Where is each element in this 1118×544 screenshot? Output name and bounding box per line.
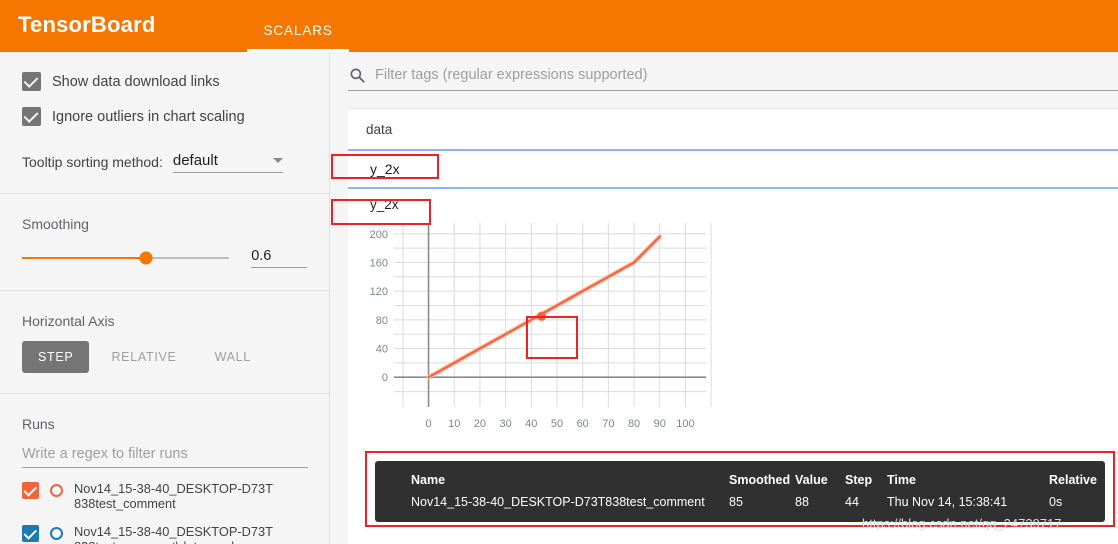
chevron-down-icon: [272, 158, 283, 163]
checkbox-label: Show data download links: [52, 73, 220, 90]
run-label: Nov14_15-38-40_DESKTOP-D73T838test_comme…: [74, 481, 273, 511]
runs-title: Runs: [22, 416, 55, 432]
svg-text:50: 50: [551, 418, 563, 430]
svg-text:0: 0: [425, 418, 431, 430]
tag-filter-placeholder: Filter tags (regular expressions support…: [375, 67, 648, 83]
horizontal-axis-section: Horizontal Axis STEP RELATIVE WALL: [0, 313, 329, 393]
chart-raw-series: [426, 234, 663, 380]
smoothing-slider-knob[interactable]: [139, 251, 153, 265]
chart-title: y_2x: [370, 197, 399, 212]
run-checkbox[interactable]: [22, 525, 39, 542]
horizontal-axis-buttons: STEP RELATIVE WALL: [22, 341, 307, 373]
checkbox-icon: [22, 72, 41, 91]
run-color-circle: [50, 484, 63, 497]
runs-filter-input[interactable]: Write a regex to filter runs: [22, 446, 308, 468]
tag-band[interactable]: y_2x: [348, 149, 1118, 189]
divider: [0, 193, 329, 194]
run-item-1[interactable]: Nov14_15-38-40_DESKTOP-D73T838test_comme…: [22, 524, 307, 544]
divider: [0, 290, 329, 291]
checkbox-ignore-outliers[interactable]: Ignore outliers in chart scaling: [22, 107, 307, 126]
chart-tick-labels: 0 40 80 120 160 200 0 10 20 30 40 50 60 70 80 90 100: [370, 229, 695, 430]
chart-highlight-point: [536, 311, 547, 321]
tooltip-col-time: Time: [887, 473, 916, 487]
horizontal-axis-title: Horizontal Axis: [22, 313, 115, 329]
checkbox-label: Ignore outliers in chart scaling: [52, 108, 245, 125]
chart-gridlines: [394, 223, 712, 407]
tooltip-col-step: Step: [845, 473, 873, 487]
card-header-label: data: [366, 121, 393, 137]
svg-text:120: 120: [370, 286, 388, 298]
divider: [0, 393, 329, 394]
chart-axes: [394, 223, 706, 407]
smoothing-value-input[interactable]: 0.6: [251, 248, 307, 268]
tooltip-value-smoothed: 85: [729, 495, 743, 509]
app-header: TensorBoard SCALARS: [0, 0, 1118, 52]
smoothing-title: Smoothing: [22, 216, 89, 232]
svg-text:0: 0: [382, 372, 388, 384]
checkbox-icon: [22, 107, 41, 126]
card-header[interactable]: data: [348, 109, 1118, 149]
svg-text:200: 200: [370, 229, 388, 241]
svg-text:40: 40: [376, 344, 388, 356]
tooltip-sorting-value: default: [172, 152, 218, 169]
svg-text:90: 90: [654, 418, 666, 430]
tooltip-value-time: Thu Nov 14, 15:38:41: [887, 495, 1008, 509]
tooltip-header-row: Name Smoothed Value Step Time Relative: [375, 469, 1105, 491]
tooltip-value-name: Nov14_15-38-40_DESKTOP-D73T838test_comme…: [411, 495, 705, 509]
svg-text:100: 100: [676, 418, 694, 430]
tag-band-label: y_2x: [370, 161, 400, 177]
tooltip-col-name: Name: [411, 473, 446, 487]
tag-filter-bar[interactable]: Filter tags (regular expressions support…: [348, 66, 1118, 91]
svg-text:160: 160: [370, 257, 388, 269]
axis-button-relative[interactable]: RELATIVE: [95, 341, 192, 373]
tooltip-value-step: 44: [845, 495, 859, 509]
tooltip-col-value: Value: [795, 473, 828, 487]
svg-text:20: 20: [474, 418, 486, 430]
smoothing-slider[interactable]: [22, 251, 230, 265]
svg-text:80: 80: [376, 315, 388, 327]
smoothing-row: 0.6: [22, 248, 307, 268]
tooltip-data-row: Nov14_15-38-40_DESKTOP-D73T838test_comme…: [375, 491, 1105, 513]
run-checkbox[interactable]: [22, 482, 39, 499]
checkbox-show-data-download-links[interactable]: Show data download links: [22, 72, 307, 91]
smoothing-section: Smoothing 0.6: [0, 216, 329, 290]
tooltip-col-smoothed: Smoothed: [729, 473, 791, 487]
svg-text:10: 10: [448, 418, 460, 430]
smoothing-slider-fill: [22, 257, 147, 259]
tab-scalars[interactable]: SCALARS: [247, 23, 350, 52]
scalar-line-chart[interactable]: 0 40 80 120 160 200 0 10 20 30 40 50 60 70 80 90 100: [356, 215, 716, 435]
nav-tabs: SCALARS: [247, 0, 350, 52]
tooltip-value-value: 88: [795, 495, 809, 509]
svg-text:40: 40: [525, 418, 537, 430]
axis-button-step[interactable]: STEP: [22, 341, 90, 373]
app-brand: TensorBoard: [18, 12, 156, 37]
watermark: https://blog.csdn.net/qq_24739717: [862, 516, 1062, 531]
svg-text:80: 80: [628, 418, 640, 430]
tooltip-sorting-select[interactable]: default: [172, 152, 283, 173]
svg-text:70: 70: [602, 418, 614, 430]
svg-text:30: 30: [499, 418, 511, 430]
sidebar-options: Show data download links Ignore outliers…: [0, 72, 329, 193]
run-color-circle: [50, 527, 63, 540]
tooltip-sorting-row: Tooltip sorting method: default: [22, 152, 307, 173]
search-icon: [350, 68, 365, 83]
settings-sidebar: Show data download links Ignore outliers…: [0, 52, 330, 544]
tooltip-value-relative: 0s: [1049, 495, 1063, 509]
chart-tooltip: Name Smoothed Value Step Time Relative N…: [375, 461, 1105, 522]
tensorboard-app: TensorBoard SCALARS Show data download l…: [0, 0, 1118, 544]
run-item-0[interactable]: Nov14_15-38-40_DESKTOP-D73T838test_comme…: [22, 481, 307, 511]
tooltip-col-relative: Relative: [1049, 473, 1097, 487]
run-label: Nov14_15-38-40_DESKTOP-D73T838test_comme…: [74, 524, 278, 544]
svg-text:60: 60: [577, 418, 589, 430]
tooltip-sorting-label: Tooltip sorting method:: [22, 154, 163, 170]
axis-button-wall[interactable]: WALL: [199, 341, 267, 373]
runs-section: Runs Write a regex to filter runs Nov14_…: [0, 416, 329, 544]
